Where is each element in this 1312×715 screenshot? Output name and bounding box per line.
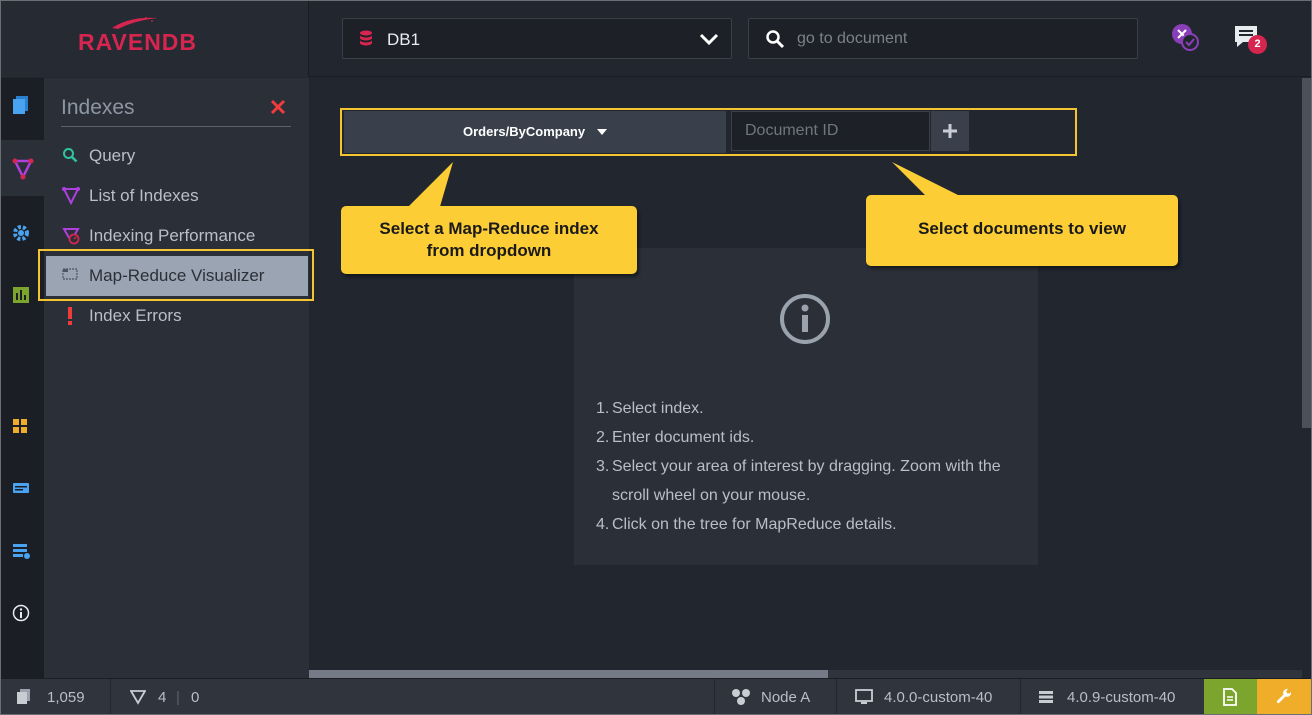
callout-line: Select a Map-Reduce index (379, 219, 599, 238)
horizontal-scroll-thumb[interactable] (309, 670, 828, 678)
instruction-step: 1. Select index. (596, 400, 704, 417)
menu-item-label: List of Indexes (89, 186, 199, 205)
search-icon (63, 148, 78, 163)
cluster-status-icon[interactable] (1170, 22, 1202, 54)
menu-item-label: Indexing Performance (89, 226, 256, 245)
chevron-down-icon[interactable] (699, 31, 719, 47)
callout-select-documents: Select documents to view (866, 195, 1178, 266)
menu-item-list-of-indexes[interactable]: List of Indexes (44, 176, 309, 216)
client-version[interactable]: 4.0.0-custom-40 (884, 689, 992, 706)
menu-item-label: Query (89, 146, 136, 165)
node-name[interactable]: Node A (761, 689, 810, 706)
server-version[interactable]: 4.0.9-custom-40 (1067, 689, 1175, 706)
callout-select-index: Select a Map-Reduce index from dropdown (341, 206, 637, 274)
callout-pointer (405, 162, 453, 210)
menu-highlight-box (38, 249, 314, 301)
divider (110, 679, 111, 715)
menu-title: Indexes (61, 96, 135, 119)
toolbar-highlight-box (340, 108, 1077, 156)
ravendb-logo[interactable]: RAVENDB (78, 29, 197, 56)
documents-icon (17, 689, 30, 704)
search-icon (766, 30, 785, 49)
indexes-icon (12, 158, 34, 180)
menu-item-query[interactable]: Query (44, 136, 309, 176)
nav-manage[interactable] (0, 462, 44, 518)
server-icon (1039, 691, 1053, 703)
dashboard-icon (13, 419, 27, 433)
indexes-count[interactable]: 4 (158, 689, 166, 706)
exclamation-icon (68, 307, 72, 325)
nav-about[interactable] (0, 586, 44, 642)
separator-bar: | (176, 689, 180, 706)
monitor-icon (855, 689, 873, 704)
stats-icon (13, 287, 29, 303)
logo-area: RAVENDB (0, 0, 309, 77)
instruction-step-continued: scroll wheel on your mouse. (612, 487, 811, 504)
info-icon (12, 604, 30, 622)
menu-item-label: Index Errors (89, 306, 182, 325)
vertical-scroll-thumb[interactable] (1302, 78, 1312, 428)
wrench-icon (1276, 688, 1292, 704)
instructions-panel: 1. Select index. 2. Enter document ids. 3.… (574, 248, 1038, 565)
close-icon[interactable] (270, 99, 286, 115)
top-header: RAVENDB DB1 2 (0, 0, 1312, 77)
database-selector[interactable]: DB1 (342, 18, 732, 59)
nav-widgets[interactable] (0, 400, 44, 456)
document-button[interactable] (1204, 679, 1257, 715)
database-icon (360, 30, 372, 46)
main-nav-rail (0, 78, 44, 678)
indexes-icon (130, 690, 146, 705)
database-name: DB1 (387, 30, 421, 49)
instruction-step: 2. Enter document ids. (596, 429, 755, 446)
menu-divider (61, 126, 291, 127)
search-input[interactable] (797, 25, 1127, 53)
callout-pointer (892, 162, 964, 198)
performance-icon (62, 228, 80, 245)
nav-documents[interactable] (0, 78, 44, 134)
divider (836, 679, 837, 715)
instruction-step: 4. Click on the tree for MapReduce detail… (596, 516, 897, 533)
divider (714, 679, 715, 715)
documents-icon (13, 96, 28, 114)
indexes-menu: Indexes Query List of Indexes Indexing P… (44, 78, 309, 678)
instruction-step: 3. Select your area of interest by draggi… (596, 458, 1001, 475)
cluster-settings-icon (13, 544, 30, 559)
menu-item-index-errors[interactable]: Index Errors (44, 296, 309, 336)
callout-line: from dropdown (426, 241, 552, 260)
tools-button[interactable] (1257, 679, 1312, 715)
file-icon (1223, 688, 1237, 706)
gear-icon (13, 225, 29, 241)
node-icon (732, 689, 750, 705)
status-bar: 1,059 4 | 0 Node A 4.0.0-custom-40 4.0.9… (0, 678, 1312, 715)
nav-cluster[interactable] (0, 524, 44, 580)
instructions-list: 1. Select index. 2. Enter document ids. 3.… (596, 394, 1001, 539)
info-circle-icon (780, 294, 830, 344)
nav-indexes[interactable] (0, 140, 44, 196)
documents-count[interactable]: 1,059 (47, 689, 85, 706)
raven-swoosh-icon (112, 17, 158, 29)
index-icon (62, 187, 80, 205)
notification-badge[interactable]: 2 (1248, 35, 1267, 54)
divider (1020, 679, 1021, 715)
document-search[interactable] (748, 18, 1138, 59)
server-icon (13, 483, 29, 493)
errors-count[interactable]: 0 (191, 689, 199, 706)
